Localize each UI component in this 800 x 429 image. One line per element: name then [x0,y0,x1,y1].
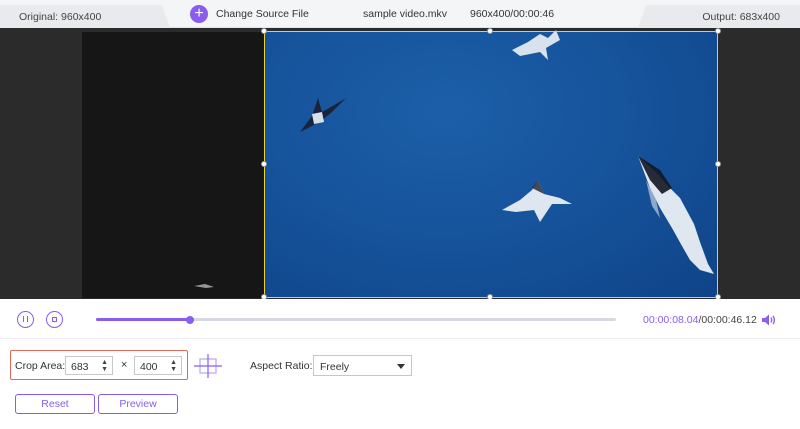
crop-handle-right[interactable] [715,161,721,167]
chevron-down-icon [397,364,405,369]
time-display: 00:00:08.04/00:00:46.12 [643,314,757,326]
crop-width-input[interactable]: 683 ▲ ▼ [65,356,113,375]
progress-handle[interactable] [185,315,194,324]
pause-button[interactable] [17,311,34,328]
crop-width-value: 683 [71,361,89,373]
crop-area-label: Crop Area: [15,360,66,372]
playback-controls: 00:00:08.04/00:00:46.12 [0,299,800,339]
aspect-ratio-select[interactable]: Freely [313,355,412,376]
top-bar: Original: 960x400 + Change Source File s… [0,0,800,28]
crop-handle-top-right[interactable] [715,28,721,34]
preview-button[interactable]: Preview [98,394,178,414]
center-crop-icon[interactable] [194,354,222,378]
stepper-arrows-icon[interactable]: ▲ ▼ [101,359,108,373]
file-name: sample video.mkv [363,8,448,20]
change-source-button[interactable]: Change Source File [216,8,309,20]
crop-height-input[interactable]: 400 ▲ ▼ [134,356,182,375]
volume-icon[interactable] [761,313,777,327]
progress-slider[interactable] [96,315,616,324]
times-separator: × [121,359,128,371]
crop-handle-left[interactable] [261,161,267,167]
aspect-ratio-label: Aspect Ratio: [250,360,313,372]
crop-height-value: 400 [140,361,158,373]
current-time: 00:00:08.04 [643,314,699,326]
add-icon[interactable]: + [190,5,208,23]
stop-icon [51,316,57,322]
crop-handle-top-left[interactable] [261,28,267,34]
crop-rectangle[interactable] [264,31,718,298]
file-meta: 960x400/00:00:46 [470,8,555,20]
reset-button[interactable]: Reset [15,394,95,414]
video-preview [0,28,800,299]
progress-fill [96,318,190,321]
aspect-ratio-value: Freely [320,361,350,373]
original-resolution: Original: 960x400 [19,11,102,23]
crop-editor: Original: 960x400 + Change Source File s… [0,0,800,429]
pause-icon [22,316,28,322]
stop-button[interactable] [46,311,63,328]
output-resolution: Output: 683x400 [702,11,780,23]
stepper-arrows-icon[interactable]: ▲ ▼ [170,359,177,373]
total-time: /00:00:46.12 [698,314,757,326]
crop-handle-top[interactable] [487,28,493,34]
